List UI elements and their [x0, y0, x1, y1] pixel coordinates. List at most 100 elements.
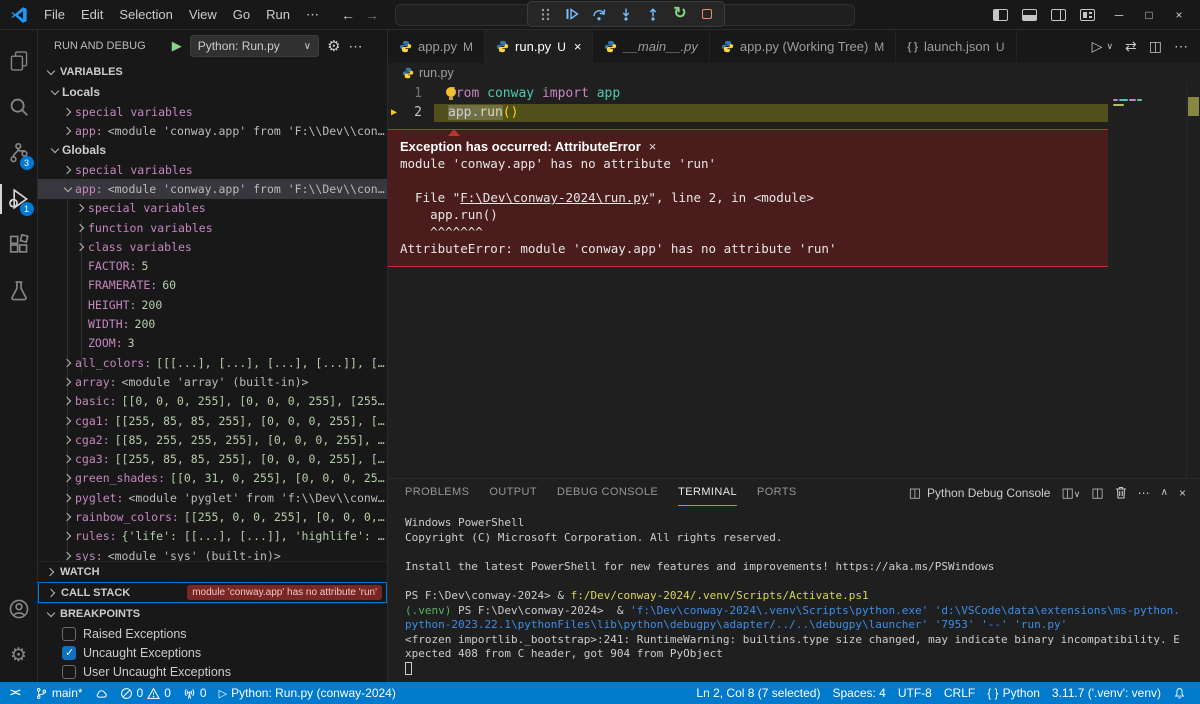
- cursor-position-item[interactable]: Ln 2, Col 8 (7 selected): [690, 686, 826, 700]
- start-debugging-icon[interactable]: ▶: [172, 38, 182, 54]
- panel-tab-problems[interactable]: PROBLEMS: [405, 479, 469, 506]
- maximize-panel-icon[interactable]: ∧: [1161, 487, 1168, 498]
- variable-row[interactable]: basic:[[0, 0, 0, 255], [0, 0, 0, 255], […: [38, 392, 387, 411]
- variable-row[interactable]: app:<module 'conway.app' from 'F:\\Dev\\…: [38, 121, 387, 140]
- breakpoint-raised-exceptions[interactable]: Raised Exceptions: [38, 624, 387, 643]
- notifications-bell-icon[interactable]: [1167, 687, 1192, 700]
- panel-more-actions-icon[interactable]: ⋯: [1138, 486, 1150, 500]
- source-control-icon[interactable]: 3: [0, 130, 38, 176]
- terminal-instance[interactable]: ◫Python Debug Console: [909, 485, 1051, 501]
- new-terminal-icon[interactable]: ◫∨: [1061, 485, 1080, 501]
- debug-more-actions-icon[interactable]: ⋯: [349, 38, 364, 55]
- debug-session-item[interactable]: ▷ Python: Run.py (conway-2024): [213, 682, 402, 704]
- checkbox-checked[interactable]: [62, 646, 76, 660]
- menu-go[interactable]: Go: [225, 4, 258, 25]
- variable-row[interactable]: cga3:[[255, 85, 85, 255], [0, 0, 0, 255]…: [38, 449, 387, 468]
- editor-more-actions-icon[interactable]: ⋯: [1174, 38, 1188, 55]
- split-terminal-icon[interactable]: ◫: [1091, 485, 1103, 501]
- toggle-primary-sidebar-icon[interactable]: [993, 9, 1008, 21]
- variable-row[interactable]: WIDTH:200: [38, 314, 387, 333]
- debug-continue-icon[interactable]: [564, 6, 580, 22]
- breakpoint-uncaught-exceptions[interactable]: Uncaught Exceptions: [38, 643, 387, 662]
- close-panel-icon[interactable]: ×: [1179, 486, 1186, 500]
- open-changes-icon[interactable]: ⇄: [1125, 38, 1137, 55]
- debug-step-into-icon[interactable]: [618, 6, 634, 22]
- menu-view[interactable]: View: [181, 4, 225, 25]
- terminal-output[interactable]: Windows PowerShellCopyright (C) Microsof…: [388, 506, 1200, 682]
- debug-stop-icon[interactable]: [699, 6, 715, 22]
- drag-grip-icon[interactable]: [537, 6, 553, 22]
- variable-row[interactable]: sys:<module 'sys' (built-in)>: [38, 546, 387, 561]
- watch-section-header[interactable]: WATCH: [38, 561, 387, 582]
- menu-run[interactable]: Run: [258, 4, 298, 25]
- variable-row[interactable]: cga1:[[255, 85, 85, 255], [0, 0, 0, 255]…: [38, 411, 387, 430]
- kill-terminal-icon[interactable]: [1115, 486, 1127, 499]
- variable-row[interactable]: special variables: [38, 160, 387, 179]
- panel-tab-terminal[interactable]: TERMINAL: [678, 479, 737, 506]
- editor-scrollbar[interactable]: [1186, 83, 1200, 478]
- nav-forward-icon[interactable]: →: [365, 7, 379, 23]
- variables-section-header[interactable]: VARIABLES: [38, 62, 387, 83]
- breakpoints-section-header[interactable]: BREAKPOINTS: [38, 603, 387, 624]
- toggle-panel-icon[interactable]: [1022, 9, 1037, 21]
- menu-more[interactable]: ⋯: [298, 4, 327, 26]
- variable-row[interactable]: pyglet:<module 'pyglet' from 'f:\\Dev\\c…: [38, 488, 387, 507]
- panel-tab-debug-console[interactable]: DEBUG CONSOLE: [557, 479, 658, 506]
- variable-row[interactable]: special variables: [38, 199, 387, 218]
- window-minimize-button[interactable]: ─: [1104, 8, 1134, 22]
- panel-tab-output[interactable]: OUTPUT: [489, 479, 537, 506]
- ports-item[interactable]: 0: [177, 682, 213, 704]
- eol-item[interactable]: CRLF: [938, 686, 981, 700]
- variable-row[interactable]: app:<module 'conway.app' from 'F:\\Dev\\…: [38, 179, 387, 198]
- window-close-button[interactable]: ×: [1164, 8, 1194, 22]
- run-python-file-icon[interactable]: ▷: [1092, 38, 1103, 55]
- variable-row[interactable]: rules:{'life': [[...], [...]], 'highlife…: [38, 527, 387, 546]
- language-mode-item[interactable]: { }Python: [981, 686, 1046, 700]
- remote-indicator[interactable]: ><: [0, 682, 29, 704]
- code-line[interactable]: 1from conway import app: [388, 85, 1108, 104]
- variable-row[interactable]: Locals: [38, 83, 387, 102]
- panel-tab-ports[interactable]: PORTS: [757, 479, 797, 506]
- window-maximize-button[interactable]: □: [1134, 8, 1164, 22]
- variable-row[interactable]: cga2:[[85, 255, 255, 255], [0, 0, 0, 255…: [38, 430, 387, 449]
- variable-row[interactable]: special variables: [38, 102, 387, 121]
- variable-row[interactable]: Globals: [38, 141, 387, 160]
- menu-selection[interactable]: Selection: [111, 4, 180, 25]
- testing-icon[interactable]: [0, 268, 38, 314]
- checkbox-unchecked[interactable]: [62, 665, 76, 679]
- menu-file[interactable]: File: [36, 4, 73, 25]
- checkbox-unchecked[interactable]: [62, 627, 76, 641]
- debug-config-gear-icon[interactable]: ⚙: [327, 37, 340, 55]
- breadcrumb[interactable]: run.py: [388, 63, 1200, 83]
- run-dropdown-chevron-icon[interactable]: ∨: [1106, 41, 1113, 52]
- split-editor-icon[interactable]: ◫: [1149, 38, 1162, 55]
- problems-item[interactable]: 0 0: [114, 682, 177, 704]
- debug-step-over-icon[interactable]: [591, 6, 607, 22]
- indentation-item[interactable]: Spaces: 4: [826, 686, 891, 700]
- lightbulb-icon[interactable]: [446, 87, 456, 97]
- menu-edit[interactable]: Edit: [73, 4, 111, 25]
- tab-app-py[interactable]: app.py M: [388, 30, 485, 63]
- git-branch-item[interactable]: main*: [29, 682, 89, 704]
- run-and-debug-icon[interactable]: 1: [0, 176, 38, 222]
- tab-launch-json[interactable]: { } launch.json U: [896, 30, 1016, 63]
- tab-app-py-working-tree[interactable]: app.py (Working Tree) M: [710, 30, 896, 63]
- variable-row[interactable]: array:<module 'array' (built-in)>: [38, 372, 387, 391]
- minimap[interactable]: [1108, 83, 1186, 478]
- variable-row[interactable]: class variables: [38, 237, 387, 256]
- exception-close-icon[interactable]: ×: [649, 138, 657, 155]
- call-stack-section-header[interactable]: CALL STACK module 'conway.app' has no at…: [38, 582, 387, 603]
- explorer-icon[interactable]: [0, 38, 38, 84]
- variable-row[interactable]: HEIGHT:200: [38, 295, 387, 314]
- exception-file-link[interactable]: F:\Dev\conway-2024\run.py: [460, 190, 648, 205]
- variable-row[interactable]: function variables: [38, 218, 387, 237]
- settings-gear-icon[interactable]: ⚙: [0, 632, 38, 678]
- toggle-secondary-sidebar-icon[interactable]: [1051, 9, 1066, 21]
- extensions-icon[interactable]: [0, 222, 38, 268]
- variable-row[interactable]: rainbow_colors:[[255, 0, 0, 255], [0, 0,…: [38, 507, 387, 526]
- search-icon[interactable]: [0, 84, 38, 130]
- variable-row[interactable]: all_colors:[[[...], [...], [...], [...]]…: [38, 353, 387, 372]
- customize-layout-icon[interactable]: [1080, 9, 1095, 21]
- tab-run-py[interactable]: run.py U ×: [485, 30, 593, 63]
- sync-changes-item[interactable]: [89, 682, 114, 704]
